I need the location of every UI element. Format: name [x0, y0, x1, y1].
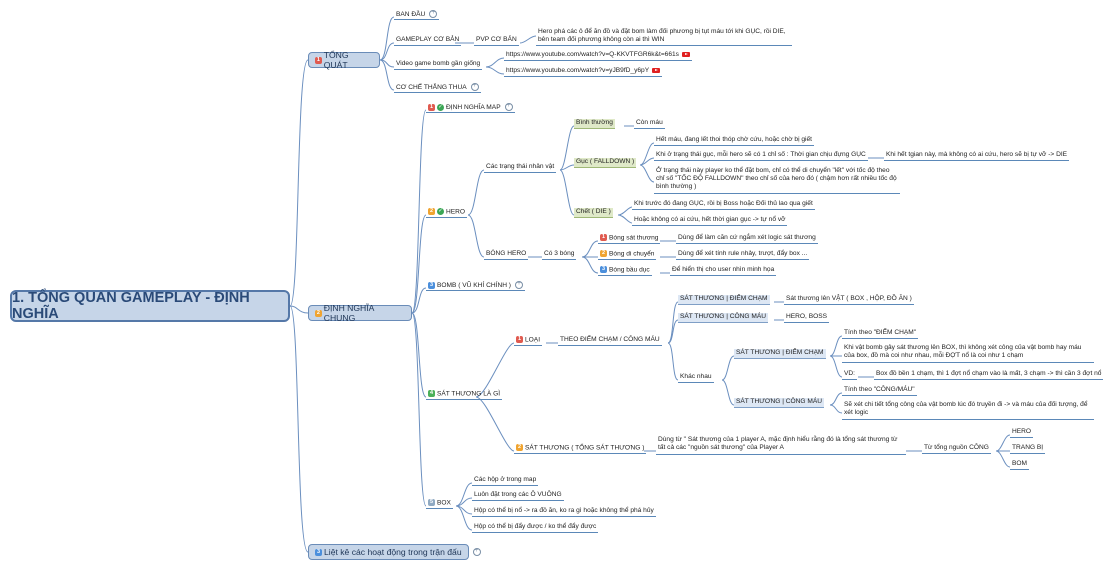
node-guc[interactable]: Gục ( FALLDOWN ): [574, 158, 637, 168]
node-chet-1[interactable]: Khi trước đó đang GỤC, rồi bị Boss hoặc …: [632, 200, 815, 210]
node-st-diem-cham-desc[interactable]: Sát thương lên VẬT ( BOX , HỘP, ĐỒ ĂN ): [784, 295, 914, 305]
node-cong-mau-desc[interactable]: Sẽ xét chi tiết tổng công của vật bomb l…: [842, 401, 1094, 420]
node-con-mau[interactable]: Còn máu: [634, 119, 665, 129]
node-video[interactable]: Video game bomb gần giống: [394, 60, 483, 70]
priority-2-icon: 2: [516, 444, 523, 451]
node-st-cong-mau-desc[interactable]: HERO, BOSS: [784, 313, 830, 323]
node-bomb[interactable]: 3 BOMB ( VŨ KHÍ CHÍNH ) +: [426, 281, 525, 291]
node-sat-thuong[interactable]: 4 SÁT THƯƠNG LÀ GÌ: [426, 390, 503, 400]
node-theo-diem-cham[interactable]: THEO ĐIỂM CHẠM / CÔNG MÁU: [558, 336, 662, 346]
node-box-2[interactable]: Luôn đặt trong các Ô VUÔNG: [472, 491, 564, 501]
node-pvp-desc[interactable]: Hero phá các ô để ăn đồ và đặt bom làm đ…: [536, 28, 792, 46]
priority-3-icon: 3: [428, 281, 435, 289]
node-link-2[interactable]: https://www.youtube.com/watch?v=yJB9fD_y…: [504, 67, 663, 77]
node-box-4[interactable]: Hộp có thể bị đẩy được / ko thể đẩy được: [472, 523, 599, 533]
root-node[interactable]: 1. TỔNG QUAN GAMEPLAY - ĐỊNH NGHĨA: [10, 290, 290, 322]
node-link-1[interactable]: https://www.youtube.com/watch?v=Q-KKVTFG…: [504, 51, 692, 61]
node-co-3-bong[interactable]: Có 3 bóng: [542, 250, 577, 260]
node-chet[interactable]: Chết ( DIE ): [574, 208, 613, 218]
section-tong-quat[interactable]: 1 TỔNG QUÁT: [308, 50, 380, 70]
node-guc-2b[interactable]: Khi hết tgian này, mà không có ai cứu, h…: [884, 151, 1070, 161]
priority-1-icon: 1: [600, 234, 607, 241]
node-bong-st-desc[interactable]: Dùng để làm căn cứ ngắm xét logic sát th…: [676, 234, 818, 244]
priority-1-icon: 1: [428, 103, 435, 111]
node-guc-2[interactable]: Khi ở trạng thái gục, mỗi hero sẽ có 1 c…: [654, 151, 868, 161]
node-khac-nhau[interactable]: Khác nhau: [678, 373, 714, 383]
node-kn-diem-cham[interactable]: SÁT THƯƠNG | ĐIỂM CHẠM: [734, 349, 826, 359]
node-co-che[interactable]: CƠ CHẾ THẮNG THUA +: [394, 83, 481, 93]
expand-icon[interactable]: +: [504, 103, 513, 111]
section-liet-ke[interactable]: 3 Liệt kê các hoạt động trong trận đấu: [308, 544, 469, 560]
section-label: TỔNG QUÁT: [323, 50, 349, 70]
node-bong-bau-duc[interactable]: 3 Bóng bầu dục: [598, 266, 652, 276]
node-box[interactable]: 5 BOX: [426, 499, 453, 509]
node-src-bom[interactable]: BOM: [1010, 460, 1030, 470]
expand-icon[interactable]: +: [472, 548, 481, 556]
node-src-trang-bi[interactable]: TRANG BỊ: [1010, 444, 1046, 454]
priority-2-icon: 2: [428, 208, 435, 215]
node-loai[interactable]: 1 LOẠI: [514, 336, 543, 346]
youtube-icon: [681, 51, 690, 57]
priority-4-icon: 4: [428, 390, 435, 397]
section-label: ĐỊNH NGHĨA CHUNG: [323, 303, 374, 323]
node-hero[interactable]: 2 ✓ HERO: [426, 208, 468, 218]
priority-2-icon: 2: [315, 309, 322, 317]
node-tu-tong-nguon[interactable]: Từ tổng nguồn CÔNG: [922, 444, 991, 454]
node-vd[interactable]: VD:: [842, 370, 857, 380]
section-dinh-nghia-chung[interactable]: 2 ĐỊNH NGHĨA CHUNG: [308, 303, 412, 323]
node-st-tong[interactable]: 2 SÁT THƯƠNG ( TỔNG SÁT THƯƠNG ): [514, 444, 647, 454]
node-src-hero[interactable]: HERO: [1010, 428, 1034, 438]
check-icon: ✓: [437, 208, 444, 215]
expand-icon[interactable]: +: [470, 83, 479, 91]
node-dinh-nghia-map[interactable]: 1 ✓ ĐỊNH NGHĨA MAP +: [426, 103, 515, 113]
node-st-tong-desc[interactable]: Dùng từ " Sát thương của 1 player A, mặc…: [656, 436, 906, 455]
node-guc-3[interactable]: Ở trạng thái này player ko thể đặt bom, …: [654, 167, 900, 194]
node-binh-thuong[interactable]: Bình thường: [574, 119, 615, 129]
check-icon: ✓: [437, 103, 444, 111]
node-box-3[interactable]: Hộp có thể bị nổ -> ra đồ ăn, ko ra gì h…: [472, 507, 656, 517]
node-box-1[interactable]: Các hộp ở trong map: [472, 476, 539, 486]
node-diem-cham-desc[interactable]: Khi vật bomb gây sát thương lên BOX, thì…: [842, 344, 1094, 363]
node-ban-dau[interactable]: BAN ĐẦU +: [394, 10, 440, 20]
node-chet-2[interactable]: Hoặc không có ai cứu, hết thời gian gục …: [632, 216, 788, 226]
node-gameplay-co-ban[interactable]: GAMEPLAY CƠ BẢN: [394, 36, 462, 46]
node-st-diem-cham[interactable]: SÁT THƯƠNG | ĐIỂM CHẠM: [678, 295, 770, 305]
node-bong-di-chuyen[interactable]: 2 Bóng di chuyển: [598, 250, 657, 260]
priority-2-icon: 2: [600, 250, 607, 257]
priority-1-icon: 1: [315, 56, 322, 64]
node-bong-dc-desc[interactable]: Dùng để xét tính rule nhảy, trượt, đẩy b…: [676, 250, 810, 260]
section-label: Liệt kê các hoạt động trong trận đấu: [324, 547, 462, 557]
priority-1-icon: 1: [516, 336, 523, 343]
node-kn-cong-mau[interactable]: SÁT THƯƠNG | CÔNG MÁU: [734, 398, 825, 408]
expand-icon[interactable]: +: [429, 10, 438, 18]
priority-3-icon: 3: [315, 548, 322, 556]
node-cac-trang-thai[interactable]: Các trạng thái nhân vật: [484, 163, 557, 173]
connector-lines: [289, 16, 1011, 553]
youtube-icon: [652, 67, 661, 73]
node-pvp-co-ban[interactable]: PVP CƠ BẢN: [474, 36, 519, 46]
node-tinh-theo-diem-cham[interactable]: Tính theo "ĐIỂM CHẠM": [842, 329, 919, 339]
node-guc-1[interactable]: Hết máu, đang lết thoi thóp chờ cứu, hoặ…: [654, 136, 815, 146]
expand-icon[interactable]: +: [515, 281, 523, 289]
section-liet-ke-wrapper: 3 Liệt kê các hoạt động trong trận đấu +: [308, 544, 481, 560]
priority-5-icon: 5: [428, 499, 435, 506]
node-bong-hero[interactable]: BÓNG HERO: [484, 250, 529, 260]
node-st-cong-mau[interactable]: SÁT THƯƠNG | CÔNG MÁU: [678, 313, 769, 323]
priority-3-icon: 3: [600, 266, 607, 273]
node-bong-bd-desc[interactable]: Để hiển thị cho user nhìn minh họa: [670, 266, 777, 276]
node-vd-desc[interactable]: Box đồ bền 1 chạm, thì 1 đợt nổ chạm vào…: [874, 370, 1104, 380]
node-tinh-theo-cong-mau[interactable]: Tính theo "CÔNG/MÁU": [842, 386, 917, 396]
node-bong-sat-thuong[interactable]: 1 Bóng sát thương: [598, 234, 661, 244]
